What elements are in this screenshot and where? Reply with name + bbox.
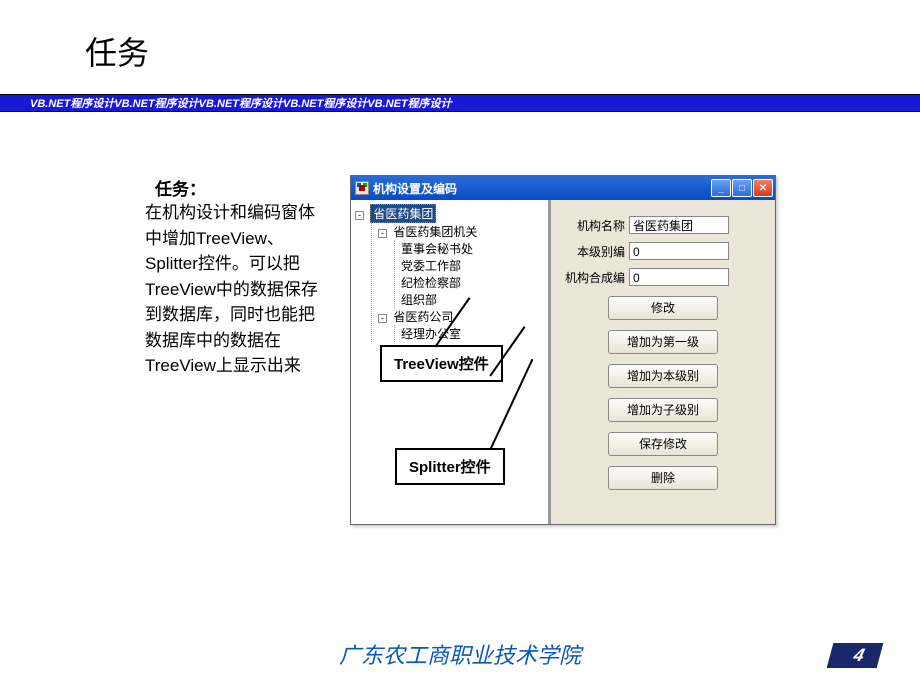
callout-splitter: Splitter控件 xyxy=(395,448,505,485)
close-button[interactable]: ✕ xyxy=(753,179,773,197)
course-banner: VB.NET程序设计VB.NET程序设计VB.NET程序设计VB.NET程序设计… xyxy=(0,94,920,112)
app-icon xyxy=(355,181,369,195)
maximize-button[interactable]: □ xyxy=(732,179,752,197)
expander-icon[interactable]: - xyxy=(378,314,387,323)
tree-root-node[interactable]: 省医药集团 xyxy=(370,204,436,223)
label-org-name: 机构名称 xyxy=(563,217,625,234)
expander-icon[interactable]: - xyxy=(355,211,364,220)
slide-title: 任务 xyxy=(85,28,149,74)
footer-institution: 广东农工商职业技术学院 xyxy=(0,638,920,670)
input-combined-code[interactable]: 0 xyxy=(629,268,729,286)
tree-node[interactable]: 省医药公司 xyxy=(393,310,453,324)
input-level-code[interactable]: 0 xyxy=(629,242,729,260)
task-description: 在机构设计和编码窗体中增加TreeView、Splitter控件。可以把Tree… xyxy=(145,200,325,379)
tree-leaf[interactable]: 组织部 xyxy=(401,291,545,308)
label-combined-code: 机构合成编 xyxy=(563,269,625,286)
window-title: 机构设置及编码 xyxy=(373,180,711,197)
task-label: 任务： xyxy=(155,175,206,200)
form-panel: 机构名称 省医药集团 本级别编 0 机构合成编 0 修改 增加为第一级 增加为本… xyxy=(551,200,775,524)
callout-treeview: TreeView控件 xyxy=(380,345,503,382)
save-button[interactable]: 保存修改 xyxy=(608,432,718,456)
add-same-level-button[interactable]: 增加为本级别 xyxy=(608,364,718,388)
page-number: 4 xyxy=(827,643,884,668)
label-level-code: 本级别编 xyxy=(563,243,625,260)
splitter-control[interactable] xyxy=(548,200,551,524)
minimize-button[interactable]: _ xyxy=(711,179,731,197)
delete-button[interactable]: 删除 xyxy=(608,466,718,490)
modify-button[interactable]: 修改 xyxy=(608,296,718,320)
tree-leaf[interactable]: 党委工作部 xyxy=(401,257,545,274)
tree-leaf[interactable]: 董事会秘书处 xyxy=(401,240,545,257)
add-child-level-button[interactable]: 增加为子级别 xyxy=(608,398,718,422)
titlebar: 机构设置及编码 _ □ ✕ xyxy=(351,176,775,200)
add-first-level-button[interactable]: 增加为第一级 xyxy=(608,330,718,354)
expander-icon[interactable]: - xyxy=(378,229,387,238)
tree-node[interactable]: 省医药集团机关 xyxy=(393,225,477,239)
input-org-name[interactable]: 省医药集团 xyxy=(629,216,729,234)
tree-leaf[interactable]: 纪检检察部 xyxy=(401,274,545,291)
